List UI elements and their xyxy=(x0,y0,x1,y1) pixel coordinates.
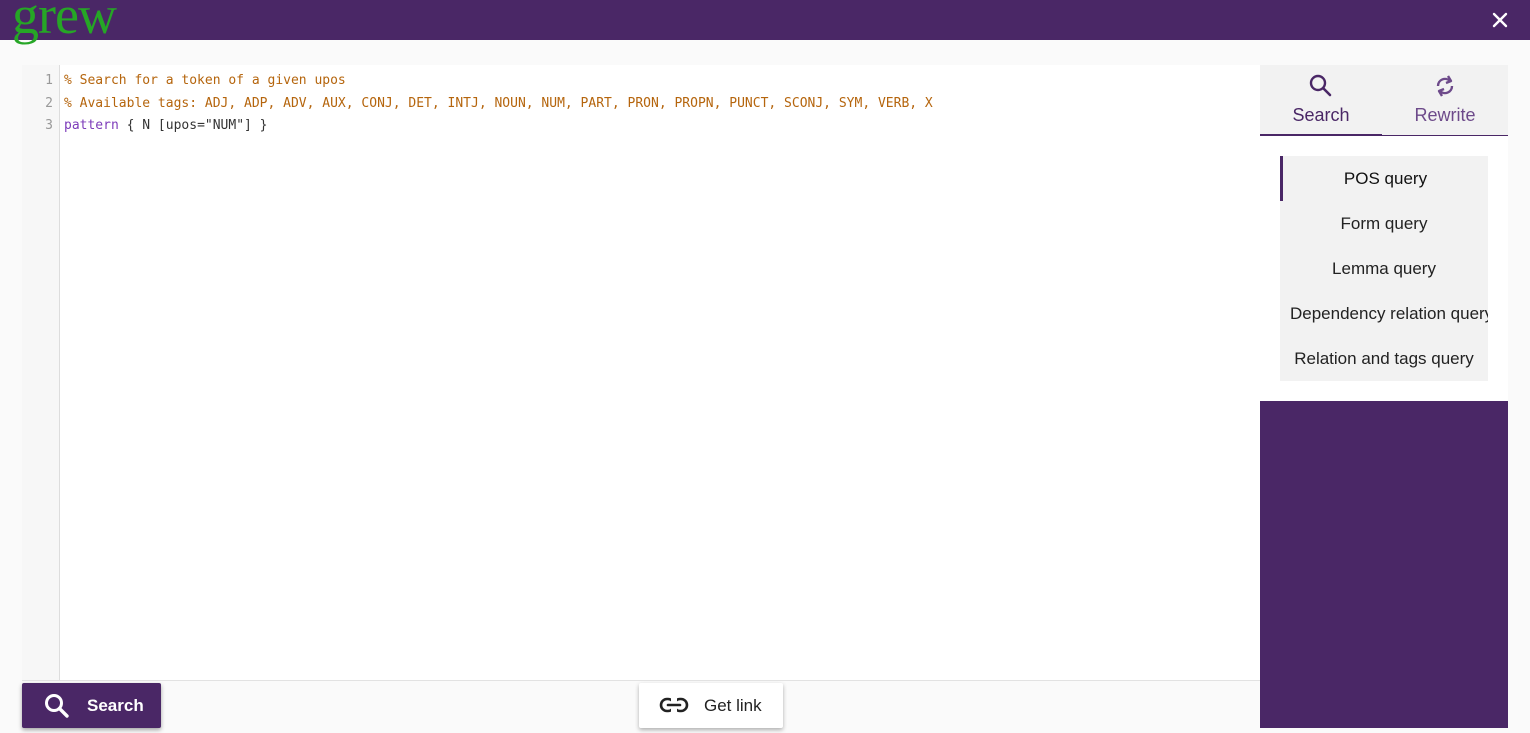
get-link-button[interactable]: Get link xyxy=(639,683,783,728)
query-list: POS query Form query Lemma query Depende… xyxy=(1280,156,1488,381)
line-gutter: 1 2 3 xyxy=(22,65,60,680)
code-line[interactable]: % Available tags: ADJ, ADP, ADV, AUX, CO… xyxy=(64,93,933,115)
tab-rewrite-label: Rewrite xyxy=(1414,105,1476,125)
query-item-relation-and-tags[interactable]: Relation and tags query xyxy=(1280,336,1488,381)
panel-tabs: Search Rewrite xyxy=(1260,65,1508,136)
search-button-label: Search xyxy=(87,696,144,715)
grew-logo: grew xyxy=(12,0,117,45)
refresh-icon xyxy=(1436,75,1454,97)
query-item-form[interactable]: Form query xyxy=(1280,201,1488,246)
code-keyword: pattern xyxy=(64,118,119,133)
code-editor[interactable]: 1 2 3 % Search for a token of a given up… xyxy=(22,65,1260,681)
get-link-button-label: Get link xyxy=(704,696,762,715)
code-line[interactable]: pattern { N [upos="NUM"] } xyxy=(64,115,268,137)
search-icon xyxy=(45,694,69,718)
search-icon xyxy=(1309,74,1332,97)
link-icon xyxy=(659,697,689,713)
query-item-lemma[interactable]: Lemma query xyxy=(1280,246,1488,291)
tab-search-label: Search xyxy=(1292,105,1350,125)
tab-search[interactable]: Search xyxy=(1260,65,1382,136)
code-text: { N [upos="NUM"] } xyxy=(118,118,268,133)
query-item-dependency-relation[interactable]: Dependency relation query xyxy=(1280,291,1488,336)
query-list-card: POS query Form query Lemma query Depende… xyxy=(1260,136,1508,401)
query-item-pos[interactable]: POS query xyxy=(1280,156,1488,201)
code-line[interactable]: % Search for a token of a given upos xyxy=(64,70,346,92)
line-number: 3 xyxy=(45,118,53,133)
close-button[interactable] xyxy=(1488,8,1512,32)
query-panel: Search Rewrite POS query Form query Lemm… xyxy=(1260,65,1508,728)
search-button[interactable]: Search xyxy=(22,683,161,728)
tab-rewrite[interactable]: Rewrite xyxy=(1382,65,1508,136)
close-icon xyxy=(1492,12,1508,28)
line-number: 2 xyxy=(45,96,53,111)
line-number: 1 xyxy=(45,73,53,88)
top-bar: grew xyxy=(0,0,1530,45)
